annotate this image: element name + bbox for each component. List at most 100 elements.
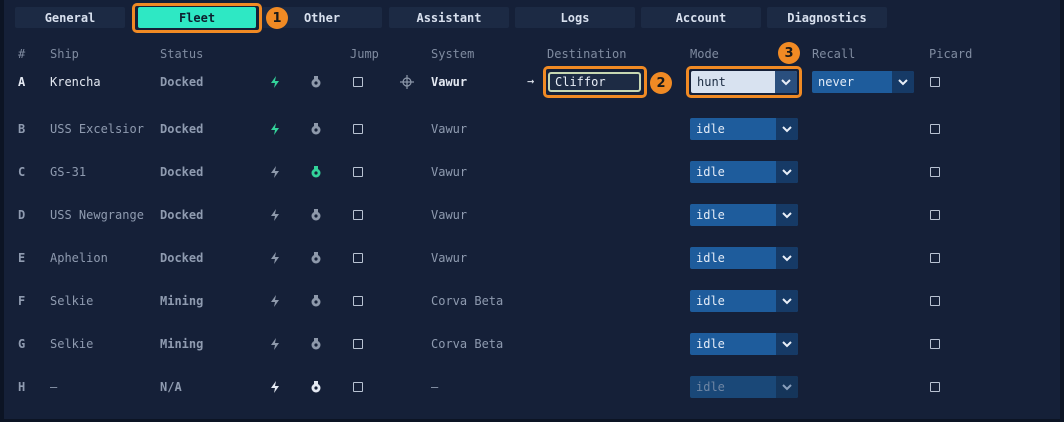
ship-name: Aphelion: [50, 251, 108, 265]
jump-checkbox[interactable]: [353, 296, 363, 306]
drone-icon[interactable]: [309, 380, 323, 394]
jump-checkbox[interactable]: [353, 124, 363, 134]
ship-status: Docked: [160, 122, 204, 136]
callout-badge-1: 1: [266, 7, 288, 29]
jump-checkbox[interactable]: [353, 77, 363, 87]
bolt-icon[interactable]: [268, 75, 282, 89]
bolt-icon[interactable]: [268, 122, 282, 136]
system-name: Vawur: [431, 165, 468, 179]
ship-status: Mining: [160, 337, 204, 351]
drone-icon[interactable]: [309, 208, 323, 222]
chevron-down-icon: [776, 247, 798, 269]
system-name: Corva Beta: [431, 337, 504, 351]
picard-checkbox[interactable]: [930, 167, 940, 177]
picard-checkbox[interactable]: [930, 253, 940, 263]
bolt-icon[interactable]: [268, 251, 282, 265]
row-id: G: [18, 337, 26, 351]
drone-icon[interactable]: [309, 165, 323, 179]
tab-general[interactable]: General: [15, 7, 125, 28]
mode-select[interactable]: idle: [690, 333, 798, 355]
col-header-id: #: [18, 47, 26, 61]
drone-icon[interactable]: [309, 122, 323, 136]
callout-frame-mode: [686, 66, 802, 98]
bolt-icon[interactable]: [268, 380, 282, 394]
ship-name: USS Excelsior: [50, 122, 144, 136]
tab-logs[interactable]: Logs: [515, 7, 635, 28]
row-id: H: [18, 380, 26, 394]
row-id: A: [18, 75, 26, 89]
arrow-right-icon: →: [527, 74, 535, 88]
ship-status: N/A: [160, 380, 182, 394]
drone-icon[interactable]: [309, 75, 323, 89]
mode-value: idle: [696, 122, 725, 136]
jump-checkbox[interactable]: [353, 339, 363, 349]
crosshair-icon[interactable]: [400, 75, 414, 89]
mode-select[interactable]: idle: [690, 376, 798, 398]
ship-status: Docked: [160, 208, 204, 222]
system-name: Vawur: [431, 122, 468, 136]
col-header-jump: Jump: [350, 47, 379, 61]
chevron-down-icon: [776, 204, 798, 226]
ship-status: Docked: [160, 165, 204, 179]
bolt-icon[interactable]: [268, 337, 282, 351]
jump-checkbox[interactable]: [353, 210, 363, 220]
jump-checkbox[interactable]: [353, 253, 363, 263]
mode-select[interactable]: idle: [690, 118, 798, 140]
recall-select[interactable]: never: [812, 71, 914, 93]
ship-name: Selkie: [50, 337, 94, 351]
ship-name: USS Newgrange: [50, 208, 144, 222]
ship-name: Krencha: [50, 75, 101, 89]
mode-select[interactable]: idle: [690, 204, 798, 226]
chevron-down-icon: [892, 71, 914, 93]
chevron-down-icon: [776, 333, 798, 355]
mode-select[interactable]: idle: [690, 290, 798, 312]
picard-checkbox[interactable]: [930, 382, 940, 392]
col-header-destination: Destination: [547, 47, 627, 61]
chevron-down-icon: [776, 161, 798, 183]
picard-checkbox[interactable]: [930, 339, 940, 349]
picard-checkbox[interactable]: [930, 77, 940, 87]
mode-value: idle: [696, 337, 725, 351]
tab-assistant[interactable]: Assistant: [389, 7, 509, 28]
chevron-down-icon: [776, 376, 798, 398]
system-name: Vawur: [431, 251, 468, 265]
row-id: D: [18, 208, 26, 222]
picard-checkbox[interactable]: [930, 210, 940, 220]
col-header-mode: Mode: [690, 47, 719, 61]
bolt-icon[interactable]: [268, 165, 282, 179]
chevron-down-icon: [776, 290, 798, 312]
row-id: B: [18, 122, 26, 136]
picard-checkbox[interactable]: [930, 296, 940, 306]
ship-name: Selkie: [50, 294, 94, 308]
jump-checkbox[interactable]: [353, 382, 363, 392]
col-header-system: System: [431, 47, 475, 61]
recall-value: never: [818, 75, 855, 89]
jump-checkbox[interactable]: [353, 167, 363, 177]
col-header-status: Status: [160, 47, 204, 61]
row-id: F: [18, 294, 26, 308]
system-name: —: [431, 380, 439, 394]
drone-icon[interactable]: [309, 251, 323, 265]
tab-account[interactable]: Account: [641, 7, 761, 28]
bolt-icon[interactable]: [268, 294, 282, 308]
mode-value: idle: [696, 294, 725, 308]
picard-checkbox[interactable]: [930, 124, 940, 134]
ship-status: Docked: [160, 251, 204, 265]
system-name: Corva Beta: [431, 294, 504, 308]
mode-select[interactable]: idle: [690, 161, 798, 183]
col-header-picard: Picard: [929, 47, 973, 61]
ship-name: GS-31: [50, 165, 87, 179]
drone-icon[interactable]: [309, 337, 323, 351]
row-id: E: [18, 251, 26, 265]
tab-diagnostics[interactable]: Diagnostics: [767, 7, 887, 28]
mode-value: idle: [696, 380, 725, 394]
callout-frame-destination: [543, 66, 647, 98]
bolt-icon[interactable]: [268, 208, 282, 222]
ship-name: —: [50, 380, 58, 394]
drone-icon[interactable]: [309, 294, 323, 308]
col-header-ship: Ship: [50, 47, 79, 61]
callout-badge-3: 3: [778, 42, 800, 64]
system-name: Vawur: [431, 75, 468, 89]
col-header-recall: Recall: [812, 47, 856, 61]
mode-select[interactable]: idle: [690, 247, 798, 269]
